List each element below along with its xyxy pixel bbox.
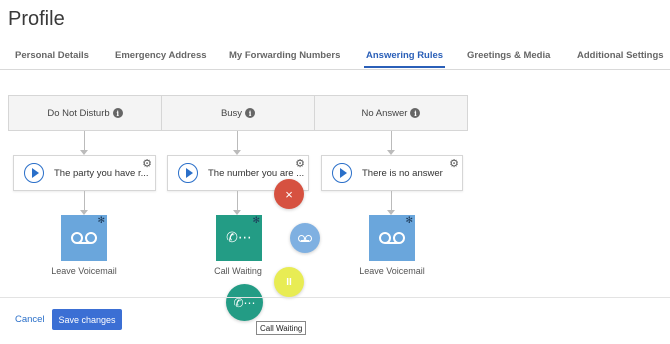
greeting-text: The party you have r... bbox=[54, 167, 149, 179]
voicemail-option-button[interactable] bbox=[290, 223, 320, 253]
tab-forwarding-numbers[interactable]: My Forwarding Numbers bbox=[229, 50, 340, 61]
action-tile-call-waiting[interactable]: ✆⋯ ✻ bbox=[216, 215, 262, 261]
footer-divider bbox=[0, 297, 670, 298]
greeting-text: There is no answer bbox=[362, 167, 443, 179]
greeting-box-do-not-disturb[interactable]: The party you have r... ⚙ bbox=[13, 155, 156, 191]
tab-additional-settings[interactable]: Additional Settings bbox=[577, 50, 664, 61]
rule-header-label: No Answer bbox=[361, 107, 408, 119]
cancel-button[interactable]: Cancel bbox=[15, 314, 45, 325]
action-label: Leave Voicemail bbox=[359, 266, 425, 276]
action-label: Leave Voicemail bbox=[51, 266, 117, 276]
connector-line bbox=[391, 131, 392, 150]
action-tile-voicemail[interactable]: ✻ bbox=[61, 215, 107, 261]
action-label: Call Waiting bbox=[214, 266, 262, 276]
info-icon[interactable]: i bbox=[112, 108, 123, 118]
tooltip: Call Waiting bbox=[256, 321, 307, 335]
tab-emergency-address[interactable]: Emergency Address bbox=[115, 50, 207, 61]
connector-line bbox=[84, 131, 85, 150]
connector-line bbox=[84, 191, 85, 210]
play-icon[interactable] bbox=[332, 163, 352, 183]
rule-header-do-not-disturb: Do Not Disturb i bbox=[9, 96, 162, 130]
rule-header-busy: Busy i bbox=[162, 96, 315, 130]
action-tile-voicemail[interactable]: ✻ bbox=[369, 215, 415, 261]
close-menu-button[interactable]: × bbox=[274, 179, 304, 209]
voicemail-icon bbox=[298, 234, 312, 242]
connector-line bbox=[391, 191, 392, 210]
gear-icon[interactable]: ⚙ bbox=[295, 157, 305, 170]
rule-header-label: Do Not Disturb bbox=[47, 107, 110, 119]
play-icon[interactable] bbox=[24, 163, 44, 183]
tab-bar: Personal Details Emergency Address My Fo… bbox=[0, 44, 670, 70]
gear-icon[interactable]: ✻ bbox=[252, 215, 260, 226]
connector-line bbox=[237, 131, 238, 150]
phone-dots-icon: ✆⋯ bbox=[226, 230, 252, 246]
save-changes-button[interactable]: Save changes bbox=[52, 309, 122, 330]
rule-header-row: Do Not Disturb i Busy i No Answer i bbox=[8, 95, 468, 131]
pause-icon: II bbox=[286, 276, 292, 288]
info-icon[interactable]: i bbox=[245, 108, 256, 118]
greeting-text: The number you are ... bbox=[208, 167, 305, 179]
voicemail-icon bbox=[71, 232, 97, 244]
gear-icon[interactable]: ✻ bbox=[97, 215, 105, 226]
info-icon[interactable]: i bbox=[410, 108, 421, 118]
gear-icon[interactable]: ✻ bbox=[405, 215, 413, 226]
tab-personal-details[interactable]: Personal Details bbox=[15, 50, 89, 61]
tab-greetings-media[interactable]: Greetings & Media bbox=[467, 50, 550, 61]
play-icon[interactable] bbox=[178, 163, 198, 183]
connector-line bbox=[237, 191, 238, 210]
gear-icon[interactable]: ⚙ bbox=[142, 157, 152, 170]
gear-icon[interactable]: ⚙ bbox=[449, 157, 459, 170]
voicemail-icon bbox=[379, 232, 405, 244]
tab-answering-rules[interactable]: Answering Rules bbox=[363, 50, 446, 68]
close-icon: × bbox=[285, 186, 293, 202]
call-waiting-option-button[interactable]: ✆⋯ bbox=[226, 284, 263, 321]
greeting-box-no-answer[interactable]: There is no answer ⚙ bbox=[321, 155, 463, 191]
rule-header-no-answer: No Answer i bbox=[315, 96, 467, 130]
hold-option-button[interactable]: II bbox=[274, 267, 304, 297]
page-title: Profile bbox=[8, 8, 65, 30]
rule-header-label: Busy bbox=[220, 107, 243, 119]
